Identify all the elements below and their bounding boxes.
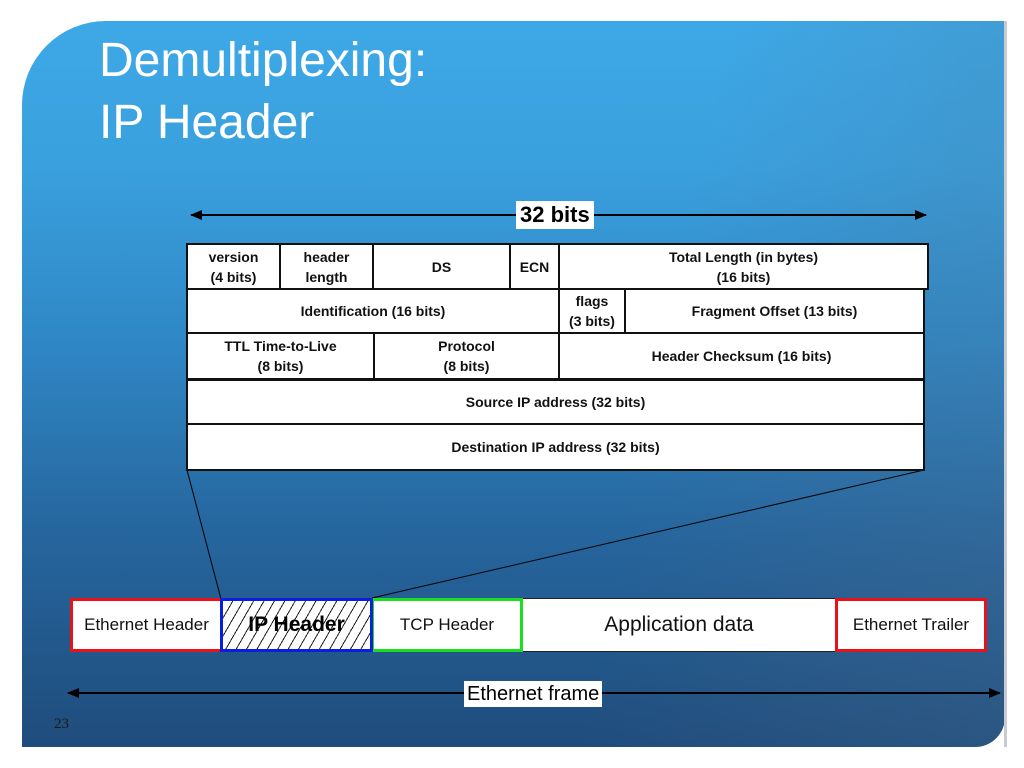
field-ttl: TTL Time-to-Live (8 bits) xyxy=(188,334,375,378)
field-ecn: ECN xyxy=(511,245,560,288)
field-version: version (4 bits) xyxy=(188,245,281,288)
field-source-ip: Source IP address (32 bits) xyxy=(465,394,646,410)
zoom-line-left xyxy=(186,469,222,600)
field-total-length: Total Length (in bytes) (16 bits) xyxy=(668,248,819,285)
frame-segment-ethernet-header: Ethernet Header xyxy=(70,598,223,652)
zoom-line-right xyxy=(371,469,925,599)
tcp-header-label: TCP Header xyxy=(399,615,495,634)
field-header-length: header length xyxy=(281,245,374,288)
ip-header-row-5: Destination IP address (32 bits) xyxy=(186,423,925,471)
field-protocol: Protocol (8 bits) xyxy=(375,334,560,378)
field-fragment-offset: Fragment Offset (13 bits) xyxy=(691,303,858,319)
frame-segment-ip-header: IP Header xyxy=(220,598,373,652)
32-bits-label: 32 bits xyxy=(516,201,594,229)
frame-segment-application-data: Application data xyxy=(520,598,838,652)
page-number: 23 xyxy=(54,716,69,732)
field-header-checksum: Header Checksum (16 bits) xyxy=(651,348,832,364)
ip-header-row-1: version (4 bits) header length DS ECN To… xyxy=(186,243,929,290)
ethernet-frame-label: Ethernet frame xyxy=(464,681,603,707)
ip-header-row-3: TTL Time-to-Live (8 bits) Protocol (8 bi… xyxy=(186,332,925,380)
field-flags: flags (3 bits) xyxy=(560,290,626,332)
application-data-label: Application data xyxy=(604,613,754,636)
ip-header-row-4: Source IP address (32 bits) xyxy=(186,379,925,425)
field-ds: DS xyxy=(374,245,511,288)
ethernet-trailer-label: Ethernet Trailer xyxy=(852,615,970,634)
frame-segment-tcp-header: TCP Header xyxy=(371,598,523,652)
ethernet-header-label: Ethernet Header xyxy=(84,615,209,634)
field-destination-ip: Destination IP address (32 bits) xyxy=(451,439,660,455)
field-identification: Identification (16 bits) xyxy=(188,290,560,332)
frame-segment-ethernet-trailer: Ethernet Trailer xyxy=(835,598,987,652)
ip-header-row-2: Identification (16 bits) flags (3 bits) … xyxy=(186,288,925,334)
ip-header-label: IP Header xyxy=(248,613,345,636)
